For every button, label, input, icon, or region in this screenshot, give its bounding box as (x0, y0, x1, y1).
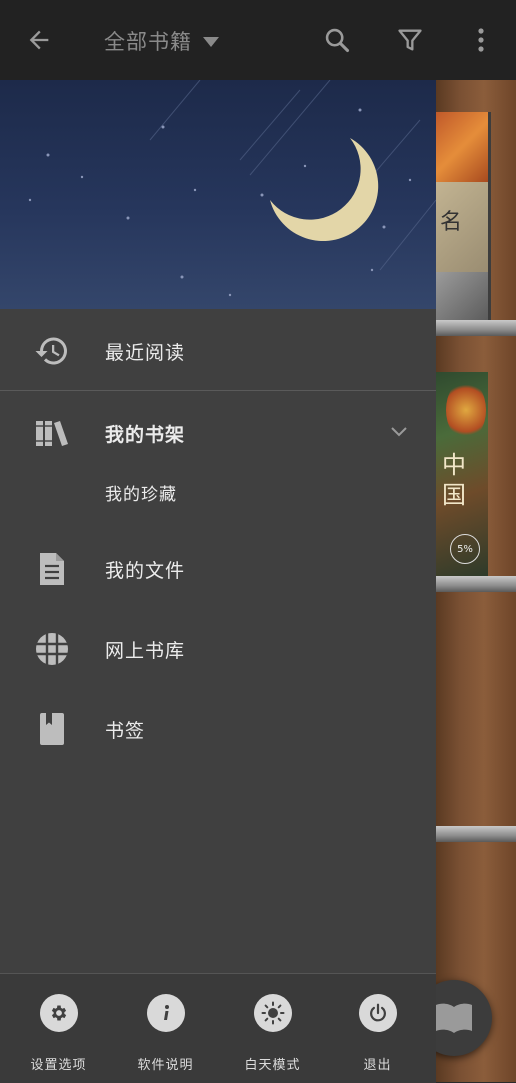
day-mode-label: 白天模式 (244, 1058, 301, 1073)
caret-down-icon (202, 29, 220, 53)
chevron-down-icon[interactable] (390, 423, 408, 442)
settings-label: 设置选项 (30, 1058, 87, 1073)
filter-icon[interactable] (392, 22, 428, 58)
about-label: 软件说明 (137, 1058, 194, 1073)
moon-icon (270, 138, 379, 242)
reading-progress-badge: 5% (450, 534, 480, 564)
nav-item-bookmarks[interactable]: 书签 (0, 689, 436, 769)
settings-button[interactable]: 设置选项 (4, 974, 113, 1083)
night-sky-illustration (28, 80, 436, 297)
bookmark-icon (34, 711, 70, 747)
nav-item-recent[interactable]: 最近阅读 (0, 311, 436, 391)
globe-icon (34, 631, 70, 667)
arrow-left-icon[interactable] (21, 22, 57, 58)
nav-item-bookshelf[interactable]: 我的书架 (0, 393, 436, 473)
book-cover-title: 名 (440, 210, 463, 235)
search-icon[interactable] (319, 22, 355, 58)
page-title: 全部书籍 (104, 30, 192, 54)
nav-item-my-files[interactable]: 我的文件 (0, 529, 436, 609)
info-icon (147, 994, 185, 1032)
nav-item-label: 我的文件 (105, 559, 186, 582)
nav-item-favorites[interactable]: 我的珍藏 (0, 462, 436, 522)
power-icon (359, 994, 397, 1032)
nav-item-label: 我的珍藏 (105, 484, 177, 505)
book-cover[interactable]: 中国 5% (436, 372, 488, 576)
exit-button[interactable]: 退出 (323, 974, 432, 1083)
nav-item-label: 最近阅读 (105, 341, 186, 364)
drawer-bottom-bar: 设置选项 软件说明 白天模式 退出 (0, 973, 436, 1083)
nav-item-label: 网上书库 (105, 639, 186, 662)
bookshelf-background: 名 中国 5% (436, 80, 516, 1082)
bookshelf-icon (34, 415, 70, 451)
about-button[interactable]: 软件说明 (111, 974, 220, 1083)
shelf-board (436, 576, 516, 592)
divider (0, 390, 436, 391)
more-vert-icon[interactable] (463, 22, 499, 58)
shelf-board (436, 826, 516, 842)
open-book-icon (436, 1003, 472, 1033)
book-cover[interactable]: 名 (436, 112, 491, 322)
document-icon (34, 551, 70, 587)
nav-item-online-library[interactable]: 网上书库 (0, 609, 436, 689)
app-bar: 全部书籍 (0, 0, 516, 80)
nav-item-label: 我的书架 (105, 423, 186, 446)
shelf-board (436, 320, 516, 336)
book-filter-dropdown[interactable]: 全部书籍 (104, 26, 220, 56)
drawer-header-night-sky (0, 80, 436, 309)
sun-icon (254, 994, 292, 1032)
book-cover-title: 中国 (442, 451, 466, 509)
day-mode-button[interactable]: 白天模式 (218, 974, 327, 1083)
gear-icon (40, 994, 78, 1032)
history-icon (34, 333, 70, 369)
navigation-drawer: 最近阅读 我的书架 我的珍藏 我的文件 网上书库 书签 设置选项 软件说明 白天… (0, 80, 436, 1083)
nav-item-label: 书签 (105, 719, 146, 742)
exit-label: 退出 (363, 1058, 392, 1073)
